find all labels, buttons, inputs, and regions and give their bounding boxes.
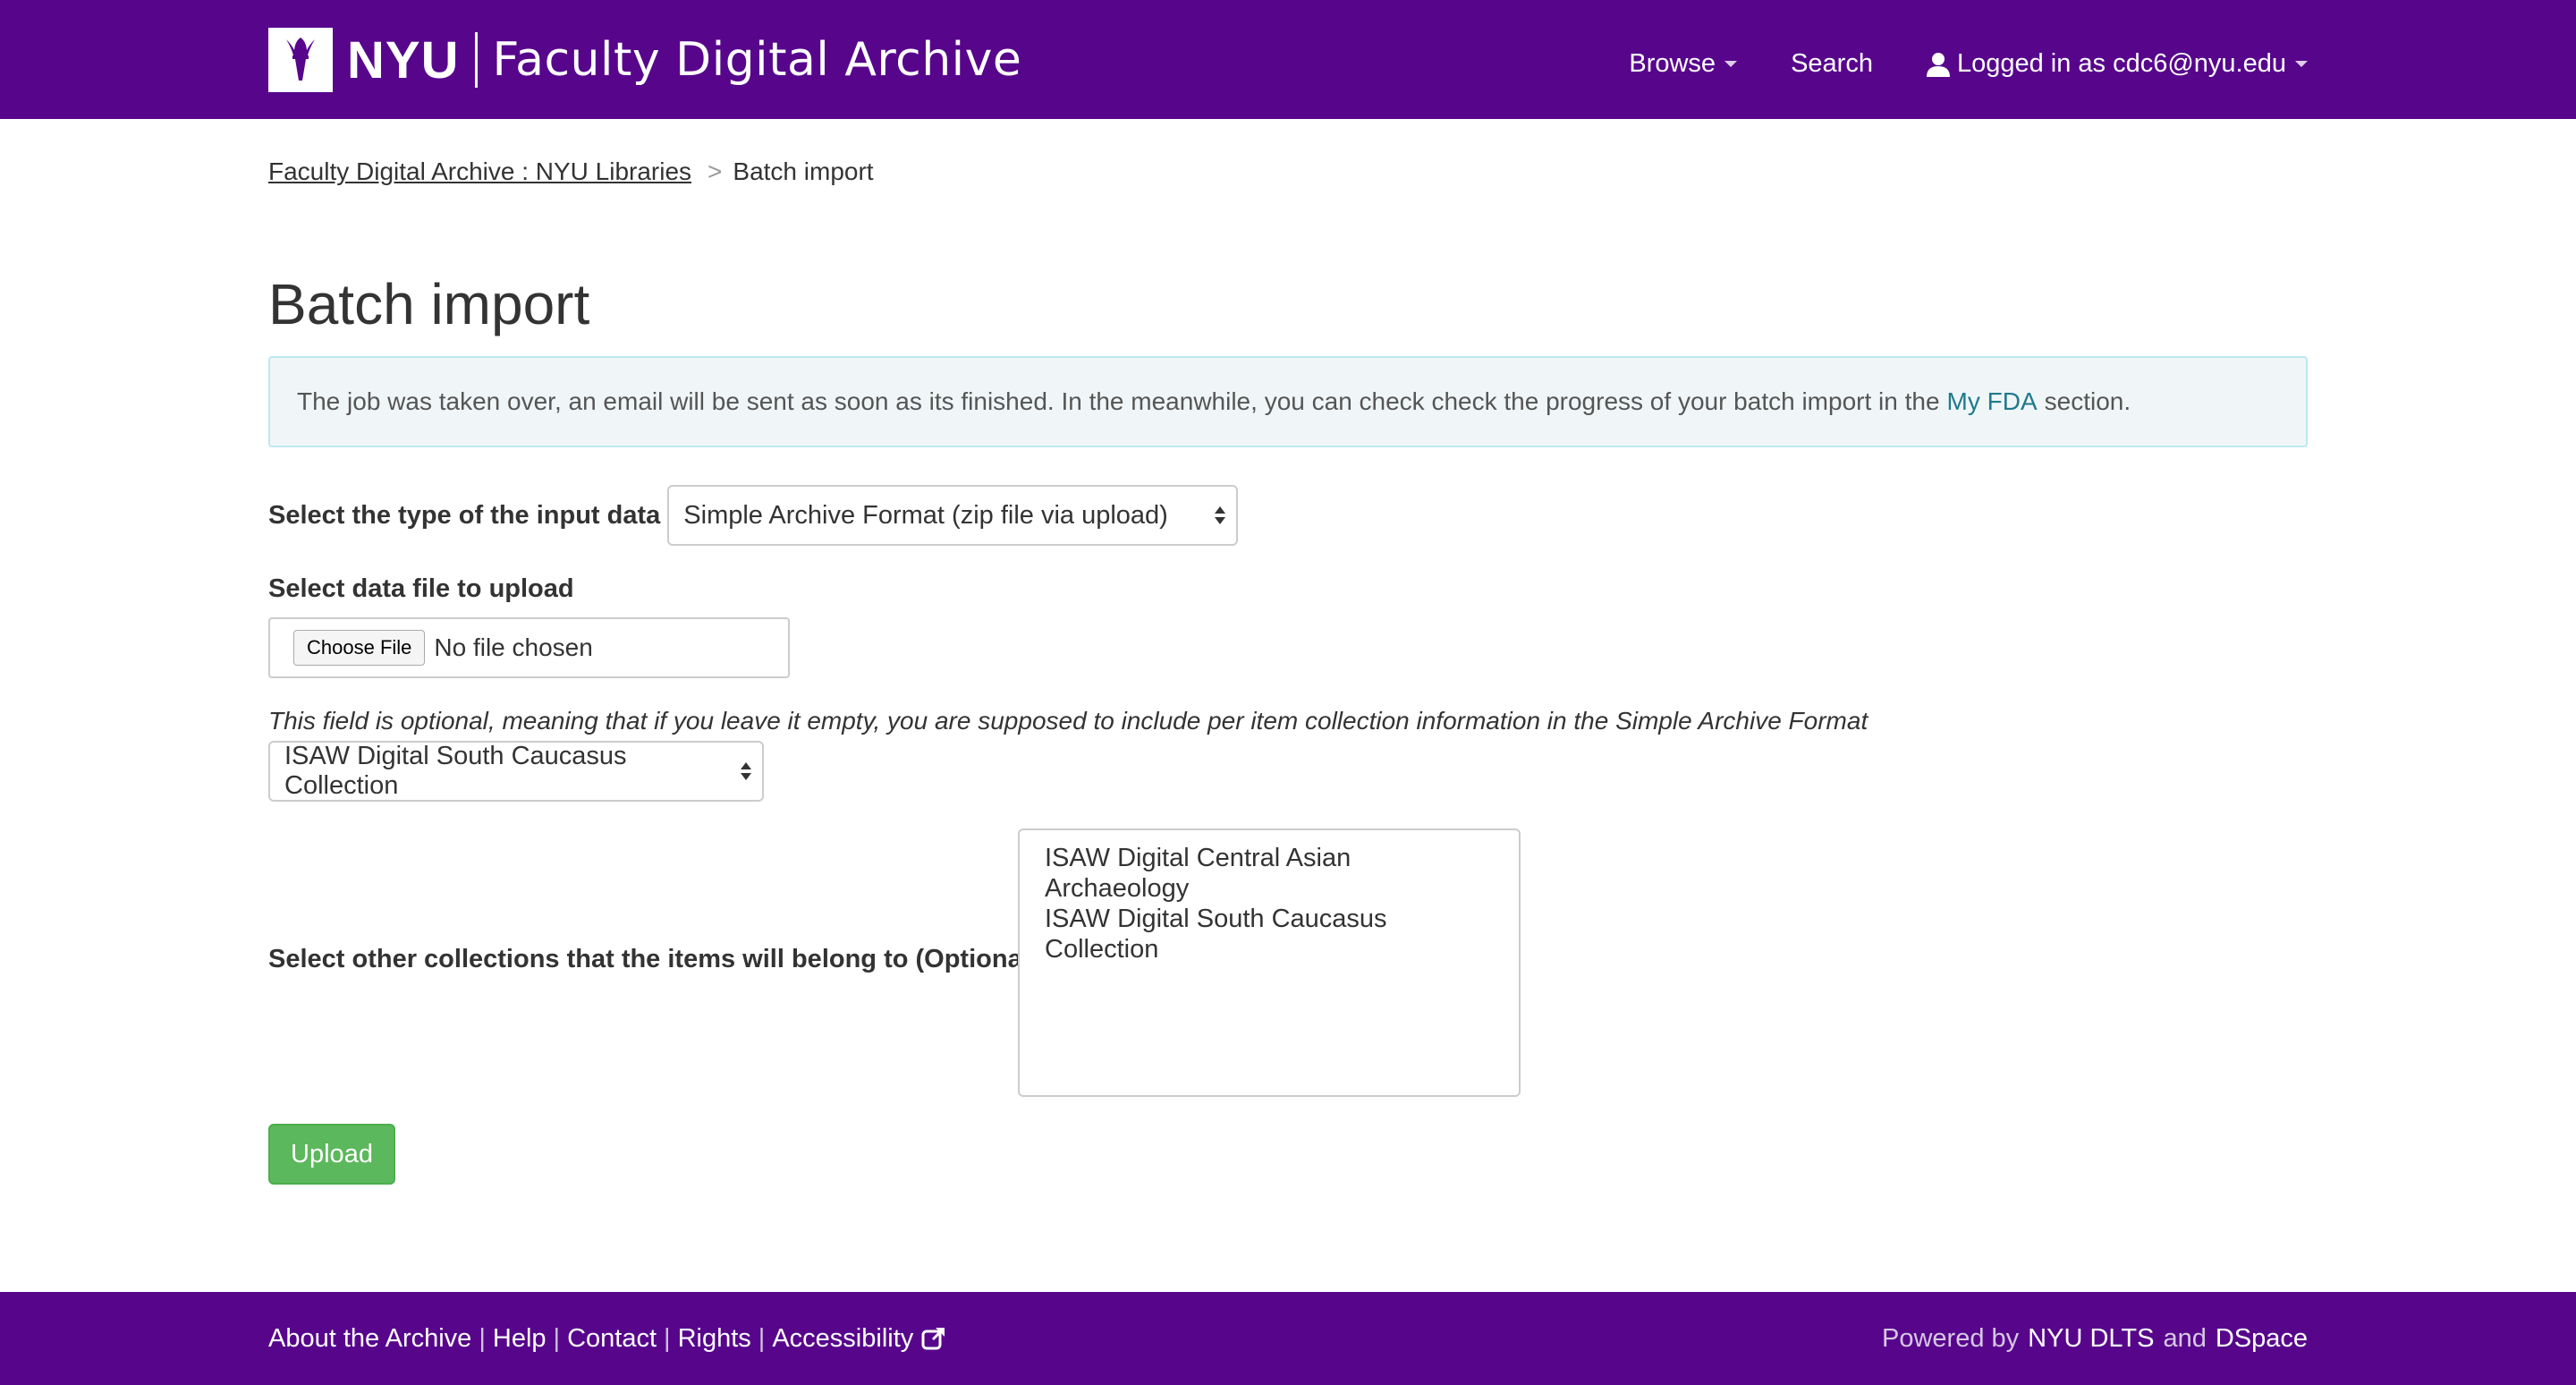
nav-links: Browse Search Logged in as cdc6@nyu.edu	[1575, 0, 2308, 128]
select-arrows-icon	[1215, 506, 1226, 524]
footer-link-rights[interactable]: Rights	[678, 1324, 751, 1354]
footer: About the Archive | Help | Contact | Rig…	[0, 1292, 2576, 1385]
file-status: No file chosen	[434, 633, 593, 661]
brand-title: Faculty Digital Archive	[492, 33, 1022, 87]
footer-links: About the Archive | Help | Contact | Rig…	[268, 1292, 947, 1385]
footer-link-accessibility[interactable]: Accessibility	[772, 1324, 913, 1354]
brand[interactable]: NYU Faculty Digital Archive	[268, 28, 1021, 92]
nav-browse-label: Browse	[1629, 49, 1716, 78]
footer-link-about[interactable]: About the Archive	[268, 1324, 471, 1354]
powered-and: and	[2163, 1323, 2207, 1353]
powered-link-dspace[interactable]: DSpace	[2216, 1324, 2308, 1354]
info-alert: The job was taken over, an email will be…	[268, 356, 2308, 447]
footer-separator: |	[553, 1323, 561, 1353]
nav-user-dropdown[interactable]: Logged in as cdc6@nyu.edu	[1926, 49, 2308, 79]
footer-link-help[interactable]: Help	[493, 1324, 547, 1354]
input-type-select[interactable]: Simple Archive Format (zip file via uplo…	[667, 485, 1239, 546]
alert-text-after: section.	[2044, 387, 2131, 415]
list-option[interactable]: ISAW Digital South Caucasus Collection	[1045, 904, 1494, 964]
footer-separator: |	[758, 1323, 766, 1353]
other-collections-listbox[interactable]: ISAW Digital Central Asian Archaeology I…	[1018, 828, 1521, 1097]
breadcrumb-current: Batch import	[733, 157, 874, 185]
top-navbar: NYU Faculty Digital Archive Browse Searc…	[0, 0, 2576, 119]
powered-prefix: Powered by	[1882, 1323, 2020, 1353]
upload-label: Select data file to upload	[268, 574, 574, 603]
external-link-icon	[920, 1325, 947, 1352]
nyu-torch-logo-icon	[268, 28, 333, 92]
breadcrumb-home-link[interactable]: Faculty Digital Archive : NYU Libraries	[268, 157, 691, 186]
nav-browse-dropdown[interactable]: Browse	[1629, 49, 1738, 79]
collection-help-text: This field is optional, meaning that if …	[268, 707, 1868, 735]
input-type-row: Select the type of the input data Simple…	[268, 485, 1239, 546]
user-icon	[1926, 52, 1950, 77]
nav-search-label: Search	[1791, 49, 1873, 78]
nav-user-label: Logged in as cdc6@nyu.edu	[1956, 49, 2286, 78]
input-type-selected: Simple Archive Format (zip file via uplo…	[683, 500, 1168, 530]
breadcrumb: Faculty Digital Archive : NYU Libraries …	[268, 157, 874, 186]
powered-link-dlts[interactable]: NYU DLTS	[2028, 1324, 2154, 1354]
footer-separator: |	[664, 1323, 671, 1353]
select-arrows-icon	[741, 762, 751, 780]
breadcrumb-separator: >	[708, 157, 723, 185]
chevron-down-icon	[1724, 61, 1738, 67]
collection-select[interactable]: ISAW Digital South Caucasus Collection	[268, 741, 764, 802]
nav-search-link[interactable]: Search	[1791, 49, 1873, 79]
page-title: Batch import	[268, 272, 590, 336]
chevron-down-icon	[2295, 61, 2308, 67]
list-option[interactable]: ISAW Digital Central Asian Archaeology	[1045, 843, 1494, 904]
file-input[interactable]: Choose File No file chosen	[268, 617, 790, 678]
brand-nyu: NYU	[347, 30, 460, 89]
upload-button[interactable]: Upload	[268, 1124, 395, 1185]
collection-selected: ISAW Digital South Caucasus Collection	[284, 742, 627, 800]
powered-by: Powered by NYU DLTS and DSpace	[1882, 1292, 2308, 1385]
my-fda-link[interactable]: My FDA	[1947, 387, 2038, 416]
other-collections-label: Select other collections that the items …	[268, 945, 1038, 973]
alert-text-before: The job was taken over, an email will be…	[297, 387, 1940, 415]
choose-file-button[interactable]: Choose File	[293, 630, 426, 666]
footer-separator: |	[479, 1323, 486, 1353]
input-type-label: Select the type of the input data	[268, 500, 661, 530]
brand-divider	[475, 32, 479, 88]
footer-link-contact[interactable]: Contact	[567, 1324, 657, 1354]
